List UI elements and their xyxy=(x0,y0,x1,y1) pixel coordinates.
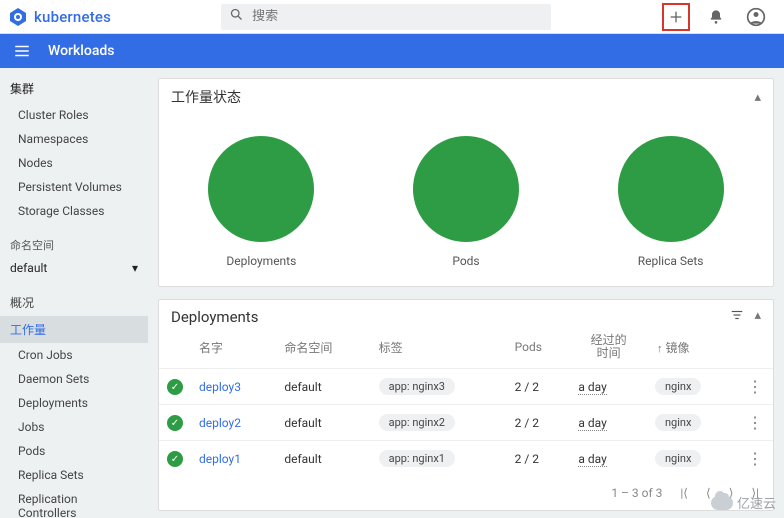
namespace-selected: default xyxy=(10,261,47,275)
kubernetes-logo-icon xyxy=(8,7,28,27)
workload-status-title: 工作量状态 xyxy=(171,87,241,107)
search-input[interactable] xyxy=(252,9,543,24)
sidebar-section-cluster[interactable]: 集群 xyxy=(0,74,148,103)
sidebar: 集群 Cluster Roles Namespaces Nodes Persis… xyxy=(0,68,148,518)
search-box[interactable] xyxy=(221,4,551,30)
cell-namespace: default xyxy=(276,405,370,441)
content: 工作量状态 ▴ Deployments Pods Replica Sets xyxy=(148,68,784,518)
cell-pods: 2 / 2 xyxy=(507,369,571,405)
namespace-select[interactable]: default ▾ xyxy=(0,257,148,279)
sidebar-item-workloads[interactable]: 工作量 xyxy=(0,316,148,343)
deploy-link[interactable]: deploy2 xyxy=(199,416,241,430)
sidebar-section-namespace: 命名空间 xyxy=(0,233,148,257)
filter-icon[interactable] xyxy=(730,308,744,326)
sidebar-item-daemonsets[interactable]: Daemon Sets xyxy=(0,367,148,391)
topbar: kubernetes xyxy=(0,0,784,34)
label-chip: app: nginx3 xyxy=(379,378,455,395)
cell-age: a day xyxy=(578,452,606,467)
sidebar-item-namespaces[interactable]: Namespaces xyxy=(0,127,148,151)
deploy-link[interactable]: deploy1 xyxy=(199,452,241,466)
brand-text: kubernetes xyxy=(34,8,111,26)
sidebar-item-pv[interactable]: Persistent Volumes xyxy=(0,175,148,199)
donut-label-deployments: Deployments xyxy=(226,254,296,268)
main: 集群 Cluster Roles Namespaces Nodes Persis… xyxy=(0,68,784,518)
cell-age: a day xyxy=(578,416,606,431)
cell-pods: 2 / 2 xyxy=(507,441,571,477)
search-icon xyxy=(229,7,244,26)
col-pods[interactable]: Pods xyxy=(507,326,571,369)
image-chip: nginx xyxy=(655,414,701,431)
deploy-link[interactable]: deploy3 xyxy=(199,380,241,394)
menu-icon[interactable] xyxy=(8,37,36,65)
col-age[interactable]: 经过的 时间 xyxy=(570,326,647,369)
notifications-icon[interactable] xyxy=(702,3,730,31)
chart-replicasets: Replica Sets xyxy=(618,136,724,268)
image-chip: nginx xyxy=(655,450,701,467)
status-ok-icon: ✓ xyxy=(167,379,183,395)
subheader: Workloads xyxy=(0,34,784,68)
watermark: 亿速云 xyxy=(711,493,776,512)
sidebar-item-jobs[interactable]: Jobs xyxy=(0,415,148,439)
col-labels[interactable]: 标签 xyxy=(371,326,507,369)
table-row: ✓ deploy3 default app: nginx3 2 / 2 a da… xyxy=(159,369,773,405)
brand[interactable]: kubernetes xyxy=(8,7,111,27)
table-row: ✓ deploy2 default app: nginx2 2 / 2 a da… xyxy=(159,405,773,441)
deployments-card: Deployments ▴ 名字 命名空间 标签 Pods xyxy=(158,299,774,511)
row-menu-icon[interactable]: ⋮ xyxy=(739,369,773,405)
col-age-l2: 时间 xyxy=(578,347,639,360)
create-button[interactable] xyxy=(662,3,690,31)
pager: 1 – 3 of 3 |⟨ ⟨ ⟩ ⟩| xyxy=(159,476,773,510)
sidebar-item-cluster-roles[interactable]: Cluster Roles xyxy=(0,103,148,127)
status-ok-icon: ✓ xyxy=(167,451,183,467)
sidebar-item-pods[interactable]: Pods xyxy=(0,439,148,463)
collapse-icon[interactable]: ▴ xyxy=(754,90,761,105)
sidebar-item-nodes[interactable]: Nodes xyxy=(0,151,148,175)
top-actions xyxy=(662,3,776,31)
sidebar-item-rc[interactable]: Replication Controllers xyxy=(0,487,148,518)
col-name[interactable]: 名字 xyxy=(191,326,276,369)
charts-row: Deployments Pods Replica Sets xyxy=(159,116,773,286)
pager-prev-icon[interactable]: ⟨ xyxy=(706,486,711,500)
cell-age: a day xyxy=(578,380,606,395)
status-ok-icon: ✓ xyxy=(167,415,183,431)
sidebar-item-overview[interactable]: 概况 xyxy=(0,289,148,316)
image-chip: nginx xyxy=(655,378,701,395)
chevron-down-icon: ▾ xyxy=(132,261,138,275)
pager-range: 1 – 3 of 3 xyxy=(611,486,662,500)
label-chip: app: nginx2 xyxy=(379,414,455,431)
sidebar-item-cronjobs[interactable]: Cron Jobs xyxy=(0,343,148,367)
cell-namespace: default xyxy=(276,441,370,477)
collapse-icon[interactable]: ▴ xyxy=(754,308,761,326)
donut-deployments xyxy=(208,136,314,242)
cell-namespace: default xyxy=(276,369,370,405)
donut-label-pods: Pods xyxy=(452,254,479,268)
chart-deployments: Deployments xyxy=(208,136,314,268)
pager-first-icon[interactable]: |⟨ xyxy=(680,486,688,500)
donut-pods xyxy=(413,136,519,242)
sidebar-item-replicasets[interactable]: Replica Sets xyxy=(0,463,148,487)
workload-status-card: 工作量状态 ▴ Deployments Pods Replica Sets xyxy=(158,78,774,287)
sort-arrow-icon: ↑ xyxy=(657,342,663,355)
sidebar-item-storage[interactable]: Storage Classes xyxy=(0,199,148,223)
sidebar-item-deployments[interactable]: Deployments xyxy=(0,391,148,415)
donut-label-replicasets: Replica Sets xyxy=(638,254,704,268)
row-menu-icon[interactable]: ⋮ xyxy=(739,441,773,477)
chart-pods: Pods xyxy=(413,136,519,268)
label-chip: app: nginx1 xyxy=(379,450,455,467)
cell-pods: 2 / 2 xyxy=(507,405,571,441)
table-row: ✓ deploy1 default app: nginx1 2 / 2 a da… xyxy=(159,441,773,477)
account-icon[interactable] xyxy=(742,3,770,31)
page-title: Workloads xyxy=(48,43,114,59)
col-namespace[interactable]: 命名空间 xyxy=(276,326,370,369)
donut-replicasets xyxy=(618,136,724,242)
row-menu-icon[interactable]: ⋮ xyxy=(739,405,773,441)
deployments-table: 名字 命名空间 标签 Pods 经过的 时间 ↑ 镜像 ✓ xyxy=(159,326,773,476)
col-images[interactable]: ↑ 镜像 xyxy=(647,326,739,369)
deployments-title: Deployments xyxy=(171,308,258,326)
cloud-icon xyxy=(711,496,733,510)
watermark-text: 亿速云 xyxy=(737,493,776,512)
